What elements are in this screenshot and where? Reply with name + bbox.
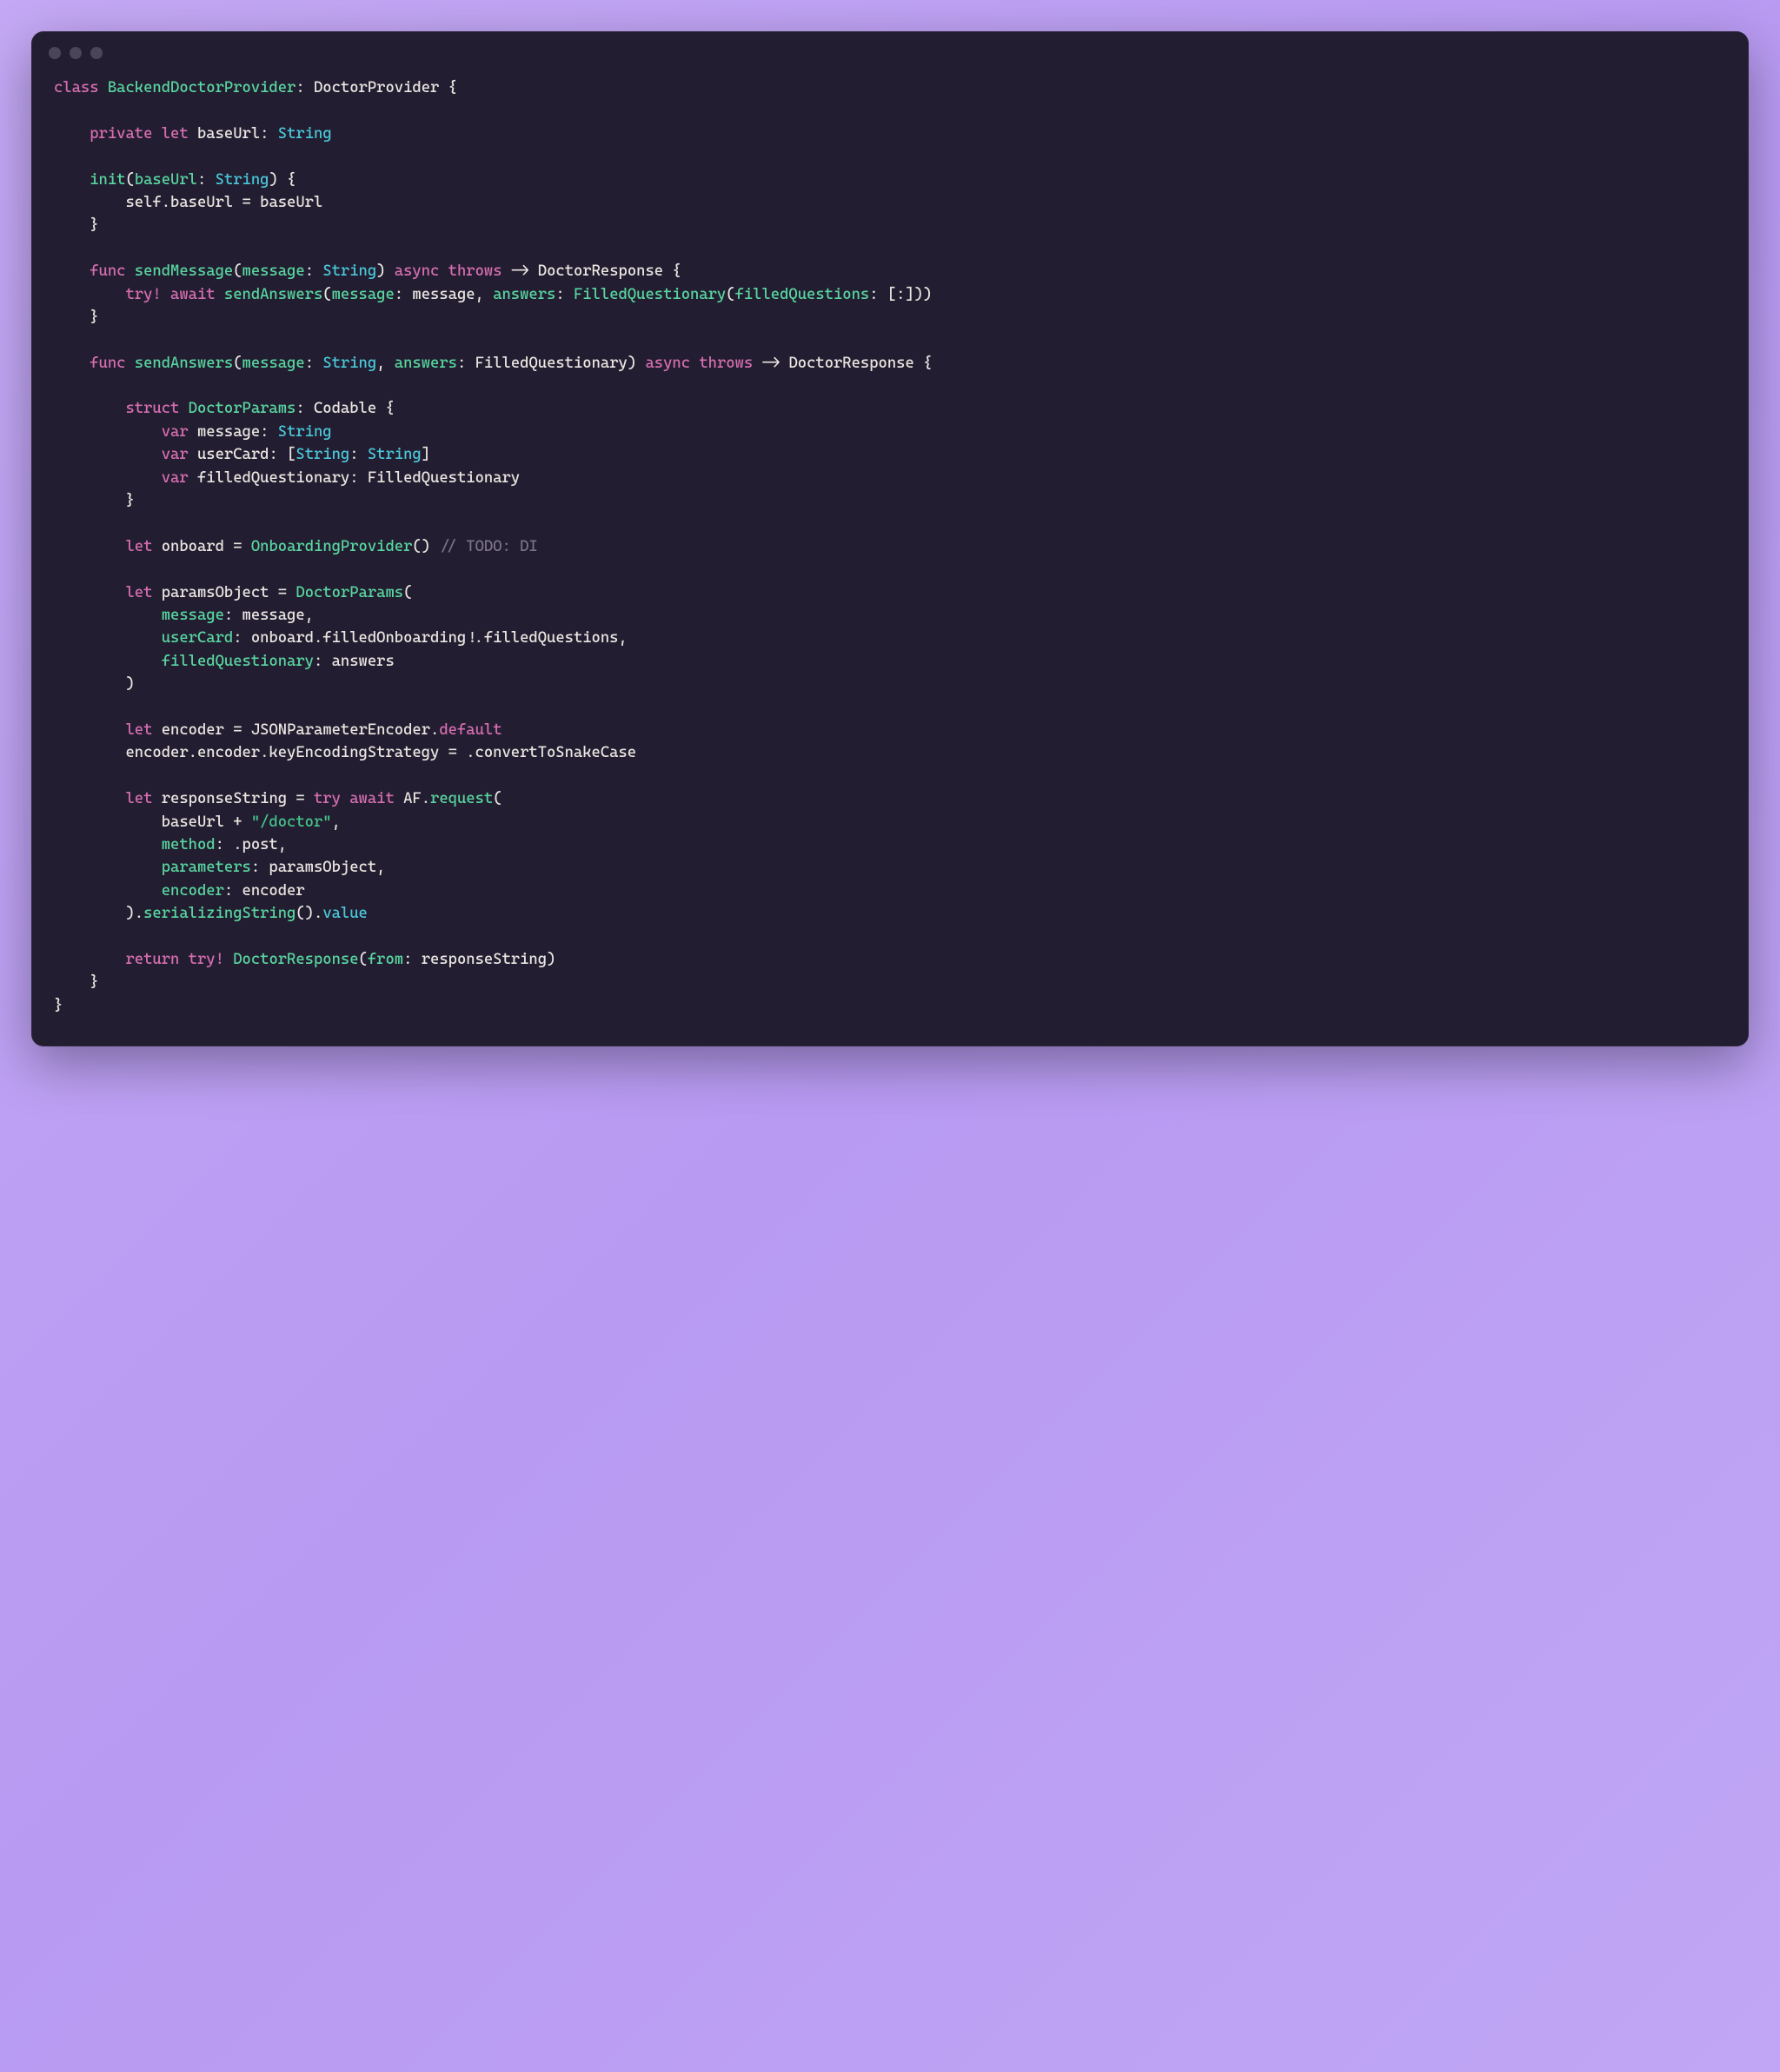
window-titlebar [31, 31, 1749, 61]
traffic-light-minimize-icon[interactable] [70, 47, 82, 59]
code-window: class BackendDoctorProvider: DoctorProvi… [31, 31, 1749, 1046]
traffic-light-close-icon[interactable] [49, 47, 61, 59]
traffic-light-zoom-icon[interactable] [90, 47, 103, 59]
source-code[interactable]: class BackendDoctorProvider: DoctorProvi… [31, 61, 1749, 1046]
